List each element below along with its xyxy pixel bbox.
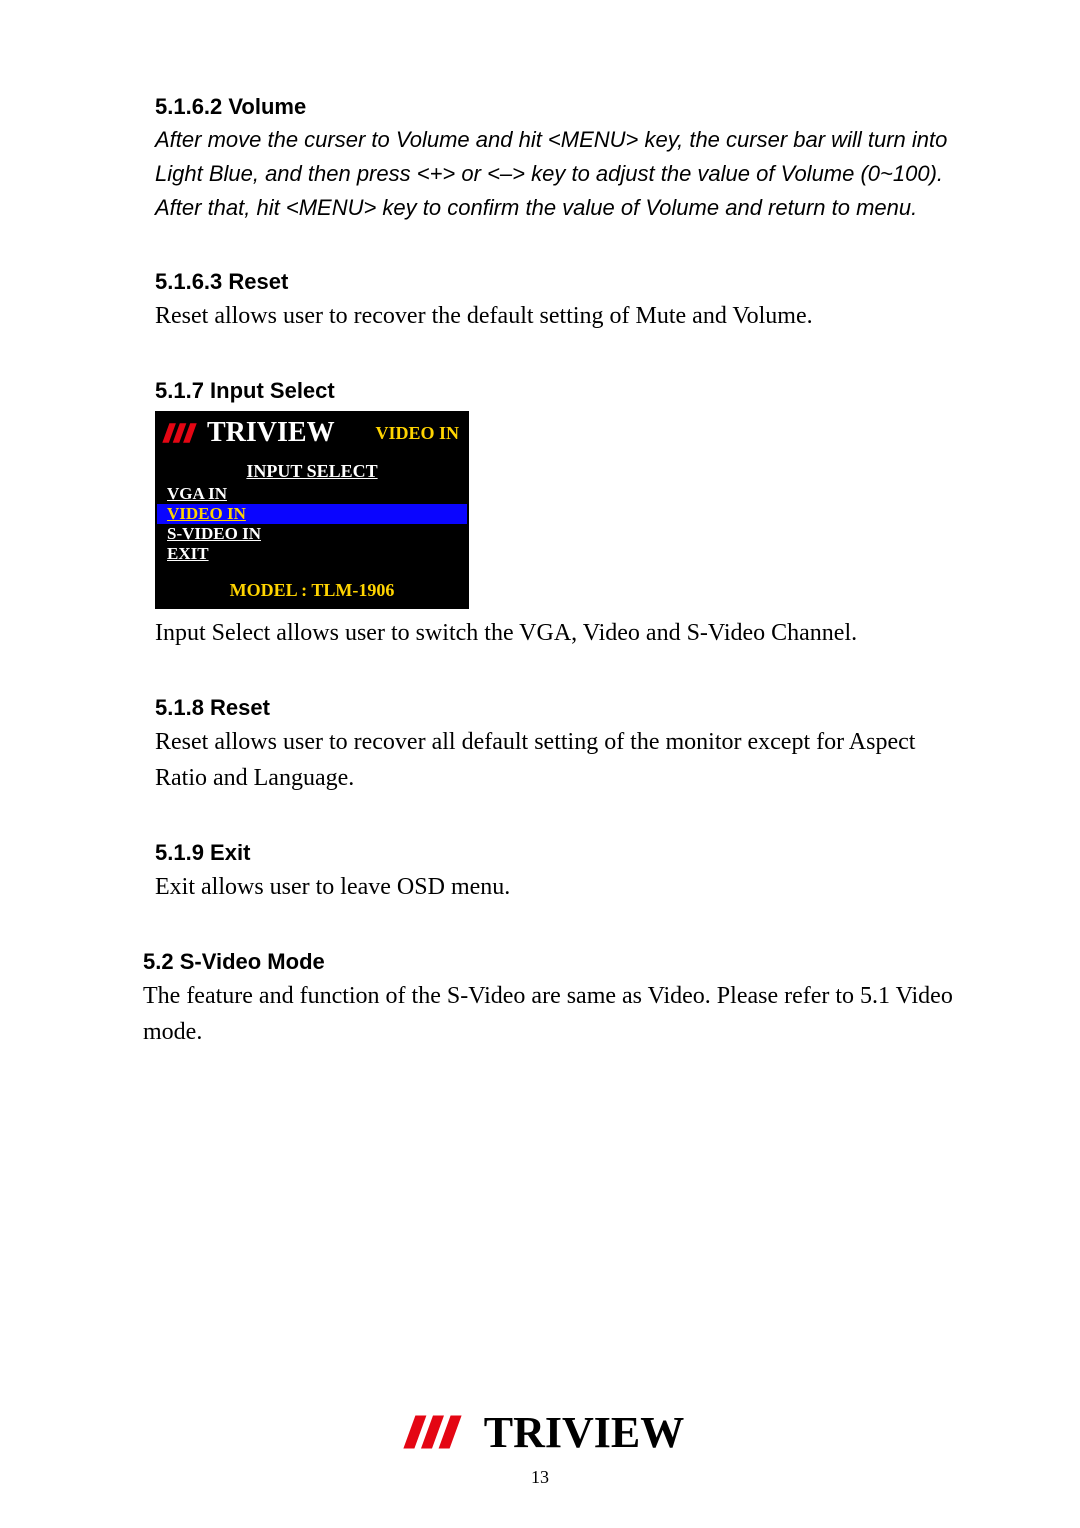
osd-source-label: VIDEO IN: [375, 423, 459, 444]
osd-item-svideo[interactable]: S-VIDEO IN: [157, 524, 467, 544]
page-number: 13: [0, 1467, 1080, 1488]
heading-exit: 5.1.9 Exit: [155, 836, 970, 869]
osd-menu-title: INPUT SELECT: [157, 457, 467, 484]
heading-reset-audio: 5.1.6.3 Reset: [155, 265, 970, 298]
body-svideo-mode: The feature and function of the S-Video …: [143, 978, 970, 1050]
osd-logo-group: TRIVIEW: [161, 417, 335, 449]
osd-brand-text: TRIVIEW: [207, 417, 335, 449]
footer-logo-group: TRIVIEW: [396, 1407, 685, 1458]
osd-header: TRIVIEW VIDEO IN: [157, 413, 467, 449]
triview-slash-icon: [161, 420, 201, 446]
body-reset-audio: Reset allows user to recover the default…: [155, 298, 970, 334]
triview-slash-icon: [396, 1410, 474, 1454]
heading-svideo-mode: 5.2 S-Video Mode: [143, 945, 970, 978]
osd-item-vga[interactable]: VGA IN: [157, 484, 467, 504]
body-input-select: Input Select allows user to switch the V…: [155, 615, 970, 651]
manual-page: 5.1.6.2 Volume After move the curser to …: [0, 0, 1080, 1528]
heading-input-select: 5.1.7 Input Select: [155, 374, 970, 407]
body-exit: Exit allows user to leave OSD menu.: [155, 869, 970, 905]
heading-reset-all: 5.1.8 Reset: [155, 691, 970, 724]
osd-panel: TRIVIEW VIDEO IN INPUT SELECT VGA IN VID…: [155, 411, 469, 609]
body-volume: After move the curser to Volume and hit …: [155, 123, 970, 225]
heading-volume: 5.1.6.2 Volume: [155, 90, 970, 123]
footer-brand-text: TRIVIEW: [484, 1407, 685, 1458]
osd-menu-list: VGA IN VIDEO IN S-VIDEO IN EXIT: [157, 484, 467, 564]
osd-item-exit[interactable]: EXIT: [157, 544, 467, 564]
body-reset-all: Reset allows user to recover all default…: [155, 724, 970, 796]
page-footer: TRIVIEW 13: [0, 1407, 1080, 1489]
osd-item-video[interactable]: VIDEO IN: [157, 504, 467, 524]
osd-model-label: MODEL : TLM-1906: [157, 572, 467, 607]
